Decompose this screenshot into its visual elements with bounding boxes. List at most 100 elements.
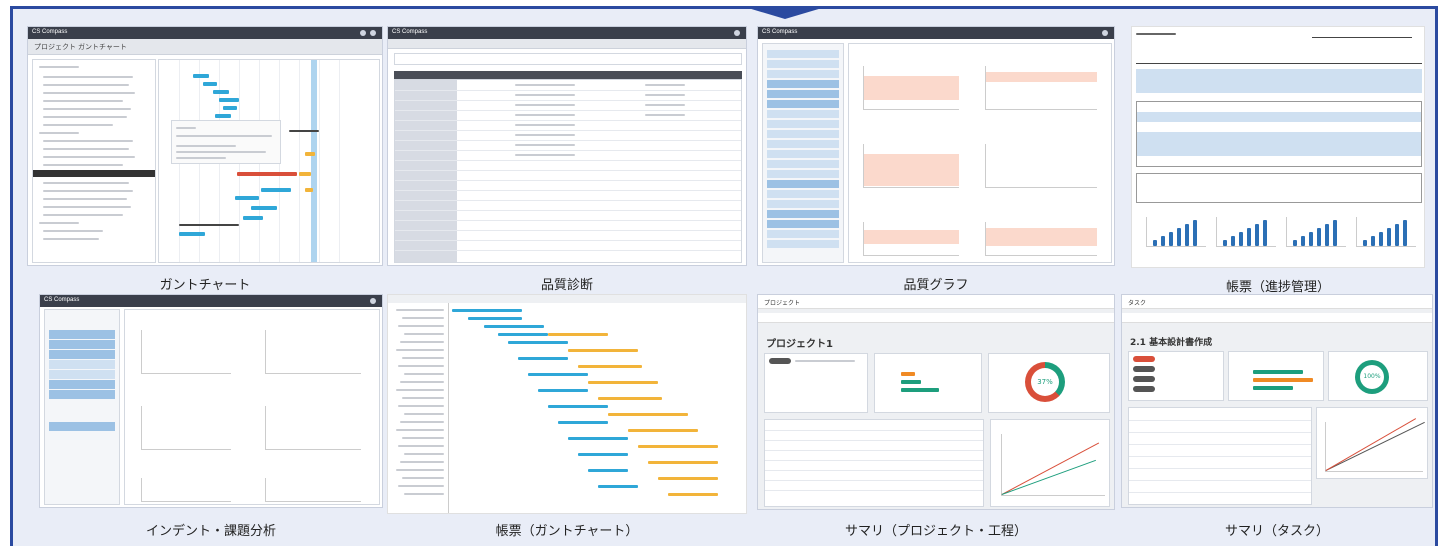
help-icon[interactable] xyxy=(734,30,740,36)
quality-status-card xyxy=(874,353,982,413)
issue-analysis-screenshot[interactable]: CS Compass xyxy=(39,294,383,508)
progress-card: 37% xyxy=(988,353,1110,413)
gantt-bar xyxy=(668,493,718,496)
graph-plot xyxy=(985,144,1097,188)
app-topbar: CS Compass xyxy=(758,27,1114,39)
project-info-card xyxy=(764,353,868,413)
gantt-bar xyxy=(598,397,662,400)
gantt-bar[interactable] xyxy=(305,188,313,192)
tile-caption: インデント・課題分析 xyxy=(145,524,276,539)
summary-header-title: プロジェクト xyxy=(764,300,801,307)
tile-gantt-report[interactable]: 帳票（ガントチャート） xyxy=(387,294,747,539)
gantt-bar xyxy=(548,333,608,336)
mini-chart xyxy=(1216,217,1276,247)
task-tabs[interactable] xyxy=(1122,313,1432,323)
gantt-bar xyxy=(638,445,718,448)
frame-notch xyxy=(748,8,822,19)
quality-diagnosis-screenshot[interactable]: CS Compass xyxy=(387,26,747,266)
gantt-bar[interactable] xyxy=(203,82,217,86)
quality-graph-screenshot[interactable]: CS Compass xyxy=(757,26,1115,266)
gantt-bar xyxy=(588,381,658,384)
progress-report-screenshot[interactable] xyxy=(1131,26,1425,268)
wbs-list xyxy=(32,59,156,263)
selected-row[interactable] xyxy=(33,170,155,177)
gantt-bar xyxy=(588,469,628,472)
graph-plot xyxy=(985,222,1097,256)
gantt-chart-screenshot[interactable]: CS Compass プロジェクト ガントチャート xyxy=(27,26,383,266)
gantt-bar[interactable] xyxy=(251,206,277,210)
task-header-title: タスク xyxy=(1128,300,1147,307)
gantt-bar xyxy=(598,485,638,488)
help-icon[interactable] xyxy=(1102,30,1108,36)
gantt-bar xyxy=(468,317,522,320)
gantt-bar[interactable] xyxy=(193,74,209,78)
gantt-bar xyxy=(518,357,568,360)
gantt-bar xyxy=(558,421,608,424)
gantt-report-screenshot[interactable] xyxy=(387,294,747,514)
tile-caption: ガントチャート xyxy=(159,278,251,293)
tile-quality-diagnosis[interactable]: CS Compass 品質診断 xyxy=(387,26,747,293)
gantt-bar xyxy=(658,477,718,480)
gantt-bar xyxy=(608,413,688,416)
mini-chart xyxy=(1356,217,1416,247)
gantt-bar[interactable] xyxy=(299,172,311,176)
task-info-card xyxy=(1128,351,1224,401)
gantt-bar-selected[interactable] xyxy=(237,172,297,176)
tile-caption: サマリ（タスク） xyxy=(1224,524,1329,539)
graph-plot xyxy=(863,66,959,110)
project-name: プロジェクト1 xyxy=(766,339,833,350)
help-icon[interactable] xyxy=(370,298,376,304)
mini-chart xyxy=(1286,217,1346,247)
tile-caption: 品質グラフ xyxy=(903,278,969,293)
progress-value: 100% xyxy=(1363,373,1381,380)
tile-task-summary[interactable]: タスク 2.1 基本設計書作成 100% サマリ（タスク） xyxy=(1121,294,1433,539)
app-brand: CS Compass xyxy=(44,297,80,303)
quality-table xyxy=(394,79,742,263)
tile-project-summary[interactable]: プロジェクト プロジェクト1 37% サマリ（プロジェクト・工程） xyxy=(757,294,1115,539)
progress-trend-chart xyxy=(990,419,1110,507)
tile-progress-report[interactable]: 帳票（進捗管理） xyxy=(1131,26,1425,295)
task-detail-table xyxy=(1128,407,1312,505)
gantt-bar[interactable] xyxy=(215,114,231,118)
task-title: 2.1 基本設計書作成 xyxy=(1130,338,1213,348)
tile-caption: 品質診断 xyxy=(540,278,593,293)
app-brand: CS Compass xyxy=(762,29,798,35)
gantt-bar[interactable] xyxy=(235,196,259,200)
summary-tabs[interactable] xyxy=(758,313,1114,323)
settings-icon[interactable] xyxy=(360,30,366,36)
graph-plot xyxy=(985,66,1097,110)
gantt-bar[interactable] xyxy=(179,232,205,236)
gantt-summary-bar xyxy=(289,130,319,132)
gantt-bar[interactable] xyxy=(261,188,291,192)
tile-caption: サマリ（プロジェクト・工程） xyxy=(844,524,1027,539)
gantt-bar[interactable] xyxy=(219,98,239,102)
showcase-frame: CS Compass プロジェクト ガントチャート ガントチャート CS Com… xyxy=(10,6,1438,546)
today-marker xyxy=(311,60,317,262)
project-summary-screenshot[interactable]: プロジェクト プロジェクト1 37% xyxy=(757,294,1115,510)
filter-bar[interactable] xyxy=(394,53,742,65)
tile-quality-graph[interactable]: CS Compass 品質グラフ xyxy=(757,26,1115,293)
graph-plot xyxy=(141,478,231,502)
graph-plot xyxy=(265,478,361,502)
gantt-bar[interactable] xyxy=(243,216,263,220)
gantt-bar xyxy=(452,309,522,312)
issue-graph-area xyxy=(124,309,380,505)
progress-value: 37% xyxy=(1037,378,1053,386)
gantt-bar xyxy=(498,333,548,336)
metric-sidebar[interactable] xyxy=(762,43,844,263)
gantt-header: プロジェクト ガントチャート xyxy=(28,39,382,55)
gantt-bar[interactable] xyxy=(305,152,315,156)
table-header xyxy=(394,71,742,79)
task-summary-screenshot[interactable]: タスク 2.1 基本設計書作成 100% xyxy=(1121,294,1433,508)
report-table xyxy=(1136,69,1422,93)
help-icon[interactable] xyxy=(370,30,376,36)
gantt-bar[interactable] xyxy=(213,90,229,94)
gantt-timeline[interactable] xyxy=(158,59,380,263)
issue-sidebar[interactable] xyxy=(44,309,120,505)
app-brand: CS Compass xyxy=(392,29,428,35)
graph-plot xyxy=(863,144,959,188)
graph-area xyxy=(848,43,1112,263)
tile-issue-analysis[interactable]: CS Compass インデント・課題分析 xyxy=(39,294,383,539)
gantt-bar[interactable] xyxy=(223,106,237,110)
tile-gantt-chart[interactable]: CS Compass プロジェクト ガントチャート ガントチャート xyxy=(27,26,383,293)
